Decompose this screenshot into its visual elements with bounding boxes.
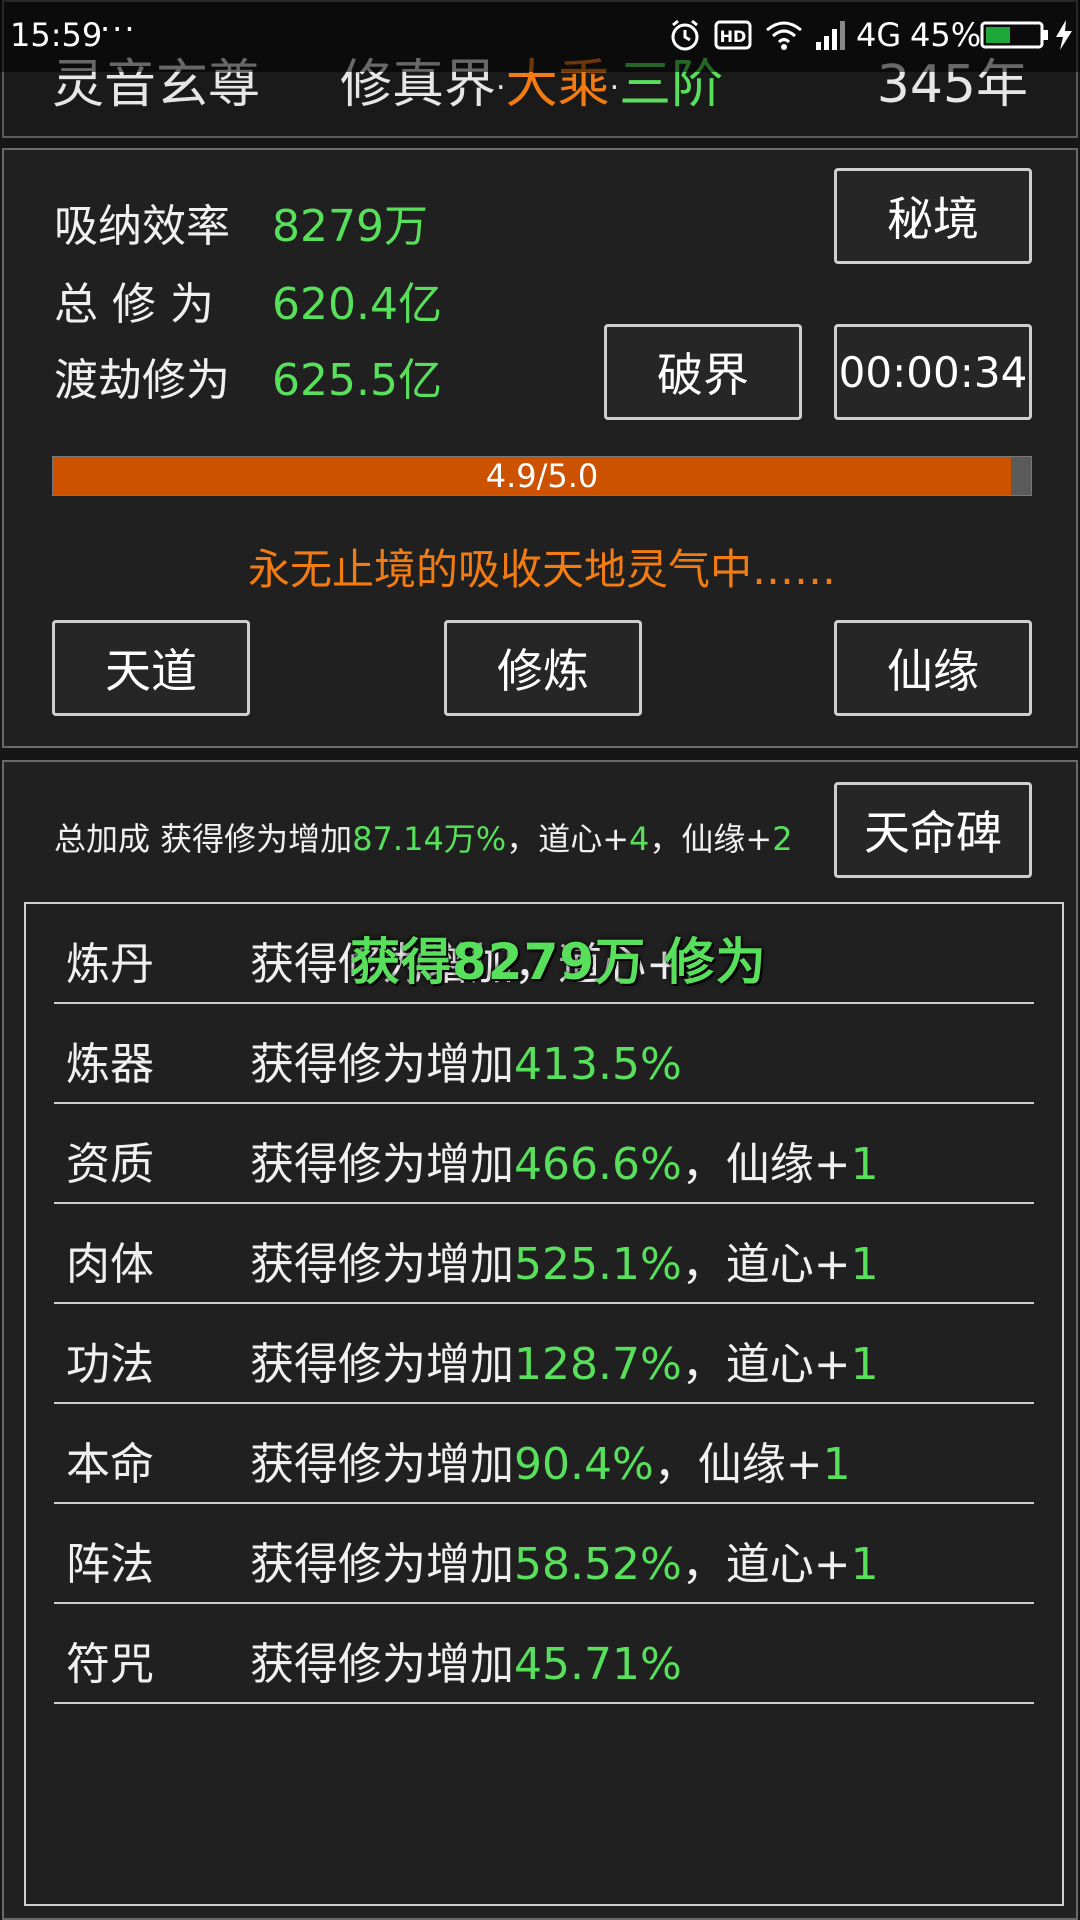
alarm-icon — [671, 19, 699, 51]
bonus-row-name: 符咒 — [66, 1639, 154, 1690]
bonus-summary-percent: 87.14万% — [352, 820, 507, 858]
status-message: 永无止境的吸收天地灵气中…… — [247, 545, 836, 594]
bonus-row-extra-value: 1 — [850, 1339, 879, 1390]
bonus-summary-prefix: 总加成 获得修为增加 — [54, 820, 353, 858]
bonus-row-value: 525.1% — [514, 1239, 682, 1290]
stats-panel: 吸纳效率 8279万 总 修 为 620.4亿 渡劫修为 625.5亿 秘境 破… — [2, 148, 1078, 748]
bonus-row-name: 本命 — [66, 1439, 154, 1490]
bonus-row-extra-label: ，仙缘+ — [681, 1139, 851, 1190]
bonus-row-effect: 获得修为增加128.7%，道心+1 — [250, 1328, 879, 1392]
svg-text:HD: HD — [720, 27, 747, 46]
bonus-row: 符咒 获得修为增加45.71% — [54, 1604, 1034, 1704]
hd-icon: HD — [714, 20, 752, 50]
charging-icon — [1056, 20, 1072, 50]
floating-gain-popup: 获得8279万 修为 — [350, 933, 767, 991]
immortal-fate-button[interactable]: 仙缘 — [834, 620, 1032, 716]
total-cultivation-value: 620.4亿 — [272, 279, 442, 330]
bonus-row-effect: 获得修为增加525.1%，道心+1 — [250, 1228, 879, 1292]
bonus-row-name: 炼器 — [66, 1039, 154, 1090]
bonus-row-prefix: 获得修为增加 — [250, 1639, 514, 1690]
realm-separator: · — [496, 70, 506, 106]
bonus-row: 资质 获得修为增加466.6%，仙缘+1 — [54, 1104, 1034, 1204]
bonus-row-prefix: 获得修为增加 — [250, 1039, 514, 1090]
bonus-table: 炼丹 获得修为增加，道心+1 炼器 获得修为增加413.5% 资质 获得修为增加466.6… — [24, 902, 1064, 1906]
bonus-row-name: 炼丹 — [66, 939, 154, 990]
bonus-row-extra-value: 1 — [850, 1539, 879, 1590]
bonus-row: 功法 获得修为增加128.7%，道心+1 — [54, 1304, 1034, 1404]
bonus-row-name: 肉体 — [66, 1239, 154, 1290]
wifi-icon — [766, 21, 802, 50]
absorb-rate-value: 8279万 — [272, 201, 428, 252]
bonus-summary-dao-label: ，道心+ — [506, 820, 630, 858]
network-type: 4G — [856, 16, 902, 54]
secret-realm-button[interactable]: 秘境 — [834, 168, 1032, 264]
bonus-row-value: 413.5% — [514, 1039, 682, 1090]
total-bonus-summary: 总加成 获得修为增加87.14万%，道心+4，仙缘+2 — [54, 814, 793, 860]
bonus-row-extra-value: 1 — [822, 1439, 851, 1490]
bonus-row-name: 资质 — [66, 1139, 154, 1190]
bonus-row-extra-label: ，道心+ — [681, 1539, 851, 1590]
battery-icon — [980, 21, 1048, 49]
bonus-row-prefix: 获得修为增加 — [250, 1439, 514, 1490]
bonus-row-extra-label: ，道心+ — [681, 1239, 851, 1290]
bonus-row-prefix: 获得修为增加 — [250, 1539, 514, 1590]
bonus-row-name: 阵法 — [66, 1539, 154, 1590]
bonus-row-name: 功法 — [66, 1339, 154, 1390]
absorb-rate-label: 吸纳效率 — [54, 201, 230, 252]
bonus-row-value: 90.4% — [514, 1439, 654, 1490]
cultivation-progress-bar: 4.9/5.0 — [52, 456, 1032, 496]
status-time: 15:59 — [10, 16, 103, 54]
bonus-row: 本命 获得修为增加90.4%，仙缘+1 — [54, 1404, 1034, 1504]
bonus-summary-fate-value: 2 — [772, 820, 793, 858]
signal-icon — [816, 21, 845, 50]
bonus-row-value: 45.71% — [514, 1639, 682, 1690]
tribulation-cultivation-value: 625.5亿 — [272, 355, 442, 406]
cultivate-button[interactable]: 修炼 — [444, 620, 642, 716]
bonus-row-value: 128.7% — [514, 1339, 682, 1390]
bonus-row: 炼器 获得修为增加413.5% — [54, 1004, 1034, 1104]
bonus-summary-dao-value: 4 — [629, 820, 650, 858]
progress-label: 4.9/5.0 — [485, 457, 599, 495]
battery-percent: 45% — [910, 16, 982, 54]
bonus-row-prefix: 获得修为增加 — [250, 1339, 514, 1390]
bonus-row-prefix: 获得修为增加 — [250, 1239, 514, 1290]
bonus-row-effect: 获得修为增加58.52%，道心+1 — [250, 1528, 879, 1592]
bonus-row-effect: 获得修为增加90.4%，仙缘+1 — [250, 1428, 851, 1492]
total-cultivation-label: 总 修 为 — [54, 279, 214, 330]
bonus-row-extra-value: 1 — [850, 1139, 879, 1190]
realm-separator: · — [609, 70, 620, 106]
break-realm-button[interactable]: 破界 — [604, 324, 802, 420]
bonus-row-effect: 获得修为增加466.6%，仙缘+1 — [250, 1128, 879, 1192]
fate-stele-button[interactable]: 天命碑 — [834, 782, 1032, 878]
status-more-dots: ··· — [100, 10, 137, 48]
heaven-dao-button[interactable]: 天道 — [52, 620, 250, 716]
bonus-row: 阵法 获得修为增加58.52%，道心+1 — [54, 1504, 1034, 1604]
status-bar: 15:59 ··· HD 4G 45% — [0, 0, 1080, 72]
countdown-timer-button[interactable]: 00:00:34 — [834, 324, 1032, 420]
bonus-row-extra-label: ，仙缘+ — [653, 1439, 823, 1490]
bonus-row-prefix: 获得修为增加 — [250, 1139, 514, 1190]
bonus-row-effect: 获得修为增加413.5% — [250, 1028, 682, 1092]
bonus-row-value: 466.6% — [514, 1139, 682, 1190]
bonus-summary-fate-label: ，仙缘+ — [649, 820, 773, 858]
bonus-row-extra-value: 1 — [850, 1239, 879, 1290]
bonus-row-effect: 获得修为增加45.71% — [250, 1628, 682, 1692]
bonus-row-extra-label: ，道心+ — [681, 1339, 851, 1390]
tribulation-cultivation-label: 渡劫修为 — [54, 355, 230, 406]
bonus-row: 肉体 获得修为增加525.1%，道心+1 — [54, 1204, 1034, 1304]
bonus-row-value: 58.52% — [514, 1539, 682, 1590]
